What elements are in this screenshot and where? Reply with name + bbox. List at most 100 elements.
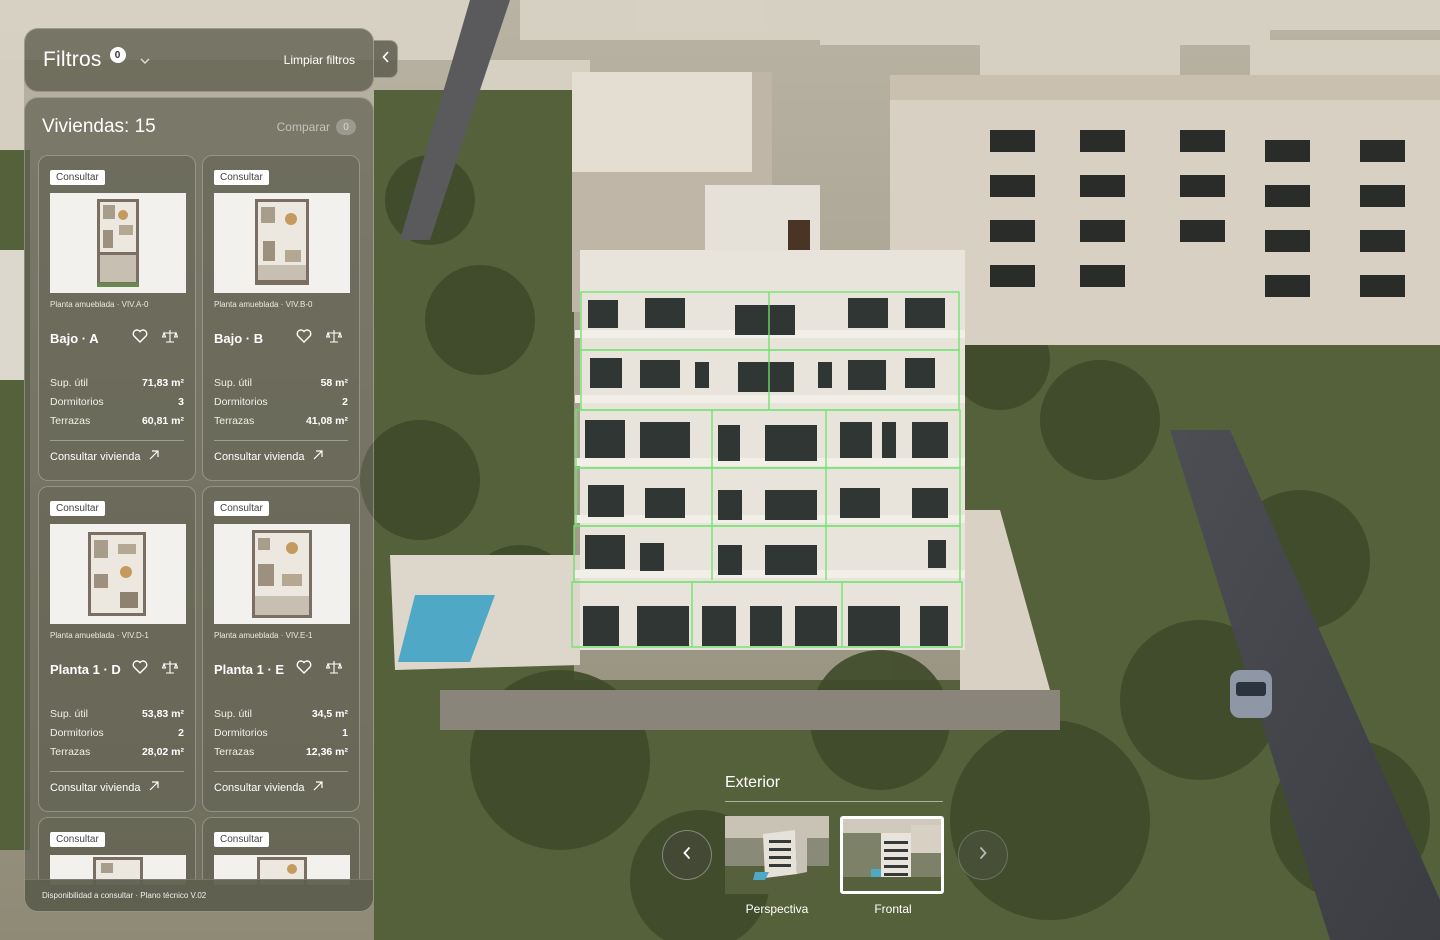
spec-label-bedrooms: Dormitorios <box>50 726 104 739</box>
scale-icon[interactable] <box>161 660 179 679</box>
unit-card[interactable]: Consultar Planta amueblada · VIV.B-0 Baj… <box>202 155 360 481</box>
unit-specs: Sup. útil 34,5 m² Dormitorios 1 Terrazas 12… <box>214 704 348 761</box>
availability-badge: Consultar <box>50 170 105 185</box>
spec-label-terraces: Terrazas <box>50 414 91 427</box>
unit-title: Planta 1 · D <box>50 661 121 677</box>
spec-value-area: 34,5 m² <box>311 707 348 720</box>
card-divider <box>50 771 184 772</box>
unit-title: Bajo · A <box>50 330 99 346</box>
arrow-up-right-icon <box>313 781 323 794</box>
heart-icon[interactable] <box>132 328 148 348</box>
spec-value-area: 53,83 m² <box>141 707 184 720</box>
card-title-row: Bajo · B <box>214 328 348 348</box>
heart-icon[interactable] <box>132 659 148 679</box>
spec-value-terraces: 28,02 m² <box>141 745 184 758</box>
next-view-button[interactable] <box>958 830 1008 880</box>
unit-specs: Sup. útil 53,83 m² Dormitorios 2 Terrazas 2… <box>50 704 184 761</box>
spec-label-terraces: Terrazas <box>50 745 91 758</box>
card-title-row: Planta 1 · E <box>214 659 348 679</box>
consult-label: Consultar vivienda <box>214 450 305 463</box>
spec-value-area: 71,83 m² <box>141 376 184 389</box>
spec-value-bedrooms: 2 <box>178 726 184 739</box>
spec-label-area: Sup. útil <box>214 707 252 720</box>
unit-title: Bajo · B <box>214 330 264 346</box>
compare-label: Comparar <box>276 120 330 134</box>
availability-badge: Consultar <box>214 501 269 516</box>
heart-icon[interactable] <box>296 328 312 348</box>
spec-value-area: 58 m² <box>320 376 348 389</box>
previous-view-button[interactable] <box>662 830 712 880</box>
filters-bar[interactable]: Filtros 0 Limpiar filtros <box>24 28 374 92</box>
unit-specs: Sup. útil 71,83 m² Dormitorios 3 Terrazas 6… <box>50 373 184 430</box>
compare-count-badge: 0 <box>336 119 356 135</box>
scale-icon[interactable] <box>325 329 343 348</box>
arrow-up-right-icon <box>313 450 323 463</box>
floor-plan-image[interactable] <box>214 193 350 293</box>
view-label-frontal[interactable]: Frontal <box>841 902 945 916</box>
spec-label-area: Sup. útil <box>50 376 88 389</box>
compare-button[interactable]: Comparar 0 <box>277 119 356 135</box>
floor-plan-image[interactable] <box>214 524 350 624</box>
listings-footer: Disponibilidad a consultar · Plano técni… <box>25 879 373 911</box>
unit-card[interactable]: Consultar <box>38 817 196 887</box>
unit-card[interactable]: Consultar Planta amueblada · VIV.D-1 Pla… <box>38 486 196 812</box>
collapse-panel-button[interactable] <box>374 40 398 78</box>
spec-label-bedrooms: Dormitorios <box>50 395 104 408</box>
scale-icon[interactable] <box>161 329 179 348</box>
consult-unit-link[interactable]: Consultar vivienda <box>214 450 348 463</box>
availability-badge: Consultar <box>214 832 269 847</box>
arrow-up-right-icon <box>149 781 159 794</box>
units-count-title: Viviendas: 15 <box>42 116 156 137</box>
spec-value-terraces: 12,36 m² <box>305 745 348 758</box>
card-divider <box>50 440 184 441</box>
consult-label: Consultar vivienda <box>50 781 141 794</box>
unit-specs: Sup. útil 58 m² Dormitorios 2 Terrazas 41,0… <box>214 373 348 430</box>
unit-card[interactable]: Consultar Planta amueblada · VIV.E-1 Pla… <box>202 486 360 812</box>
spec-value-terraces: 60,81 m² <box>141 414 184 427</box>
spec-value-bedrooms: 1 <box>342 726 348 739</box>
spec-label-bedrooms: Dormitorios <box>214 395 268 408</box>
chevron-right-icon <box>978 846 988 865</box>
availability-badge: Consultar <box>50 501 105 516</box>
spec-value-terraces: 41,08 m² <box>305 414 348 427</box>
spec-label-area: Sup. útil <box>214 376 252 389</box>
spec-label-terraces: Terrazas <box>214 745 255 758</box>
plan-caption: Planta amueblada · VIV.B-0 <box>214 300 313 309</box>
listings-header: Viviendas: 15 Comparar 0 <box>42 115 356 139</box>
unit-title: Planta 1 · E <box>214 661 285 677</box>
chevron-down-icon[interactable] <box>140 55 150 67</box>
filters-title[interactable]: Filtros <box>43 48 102 72</box>
floor-plan-image[interactable] <box>50 193 186 293</box>
consult-unit-link[interactable]: Consultar vivienda <box>50 450 184 463</box>
consult-label: Consultar vivienda <box>50 450 141 463</box>
consult-unit-link[interactable]: Consultar vivienda <box>50 781 184 794</box>
chevron-left-icon <box>682 846 692 865</box>
floor-plan-image[interactable] <box>50 524 186 624</box>
card-divider <box>214 771 348 772</box>
view-label-perspective[interactable]: Perspectiva <box>725 902 829 916</box>
plan-caption: Planta amueblada · VIV.E-1 <box>214 631 313 640</box>
consult-unit-link[interactable]: Consultar vivienda <box>214 781 348 794</box>
chevron-left-icon <box>381 50 390 68</box>
unit-cards-grid: Consultar Planta amueblada · VIV.A-0 Baj… <box>38 155 362 887</box>
spec-label-terraces: Terrazas <box>214 414 255 427</box>
plan-caption: Planta amueblada · VIV.D-1 <box>50 631 149 640</box>
spec-value-bedrooms: 3 <box>178 395 184 408</box>
view-group-title: Exterior <box>725 774 781 791</box>
view-divider <box>725 801 943 802</box>
card-title-row: Bajo · A <box>50 328 184 348</box>
view-thumbnail-frontal[interactable] <box>840 816 944 894</box>
availability-badge: Consultar <box>50 832 105 847</box>
footer-note: Disponibilidad a consultar · Plano técni… <box>42 891 207 900</box>
heart-icon[interactable] <box>296 659 312 679</box>
clear-filters-button[interactable]: Limpiar filtros <box>284 53 355 67</box>
spec-label-bedrooms: Dormitorios <box>214 726 268 739</box>
scale-icon[interactable] <box>325 660 343 679</box>
plan-caption: Planta amueblada · VIV.A-0 <box>50 300 149 309</box>
spec-label-area: Sup. útil <box>50 707 88 720</box>
consult-label: Consultar vivienda <box>214 781 305 794</box>
unit-card[interactable]: Consultar <box>202 817 360 887</box>
view-thumbnail-perspective[interactable] <box>725 816 829 894</box>
unit-card[interactable]: Consultar Planta amueblada · VIV.A-0 Baj… <box>38 155 196 481</box>
card-title-row: Planta 1 · D <box>50 659 184 679</box>
